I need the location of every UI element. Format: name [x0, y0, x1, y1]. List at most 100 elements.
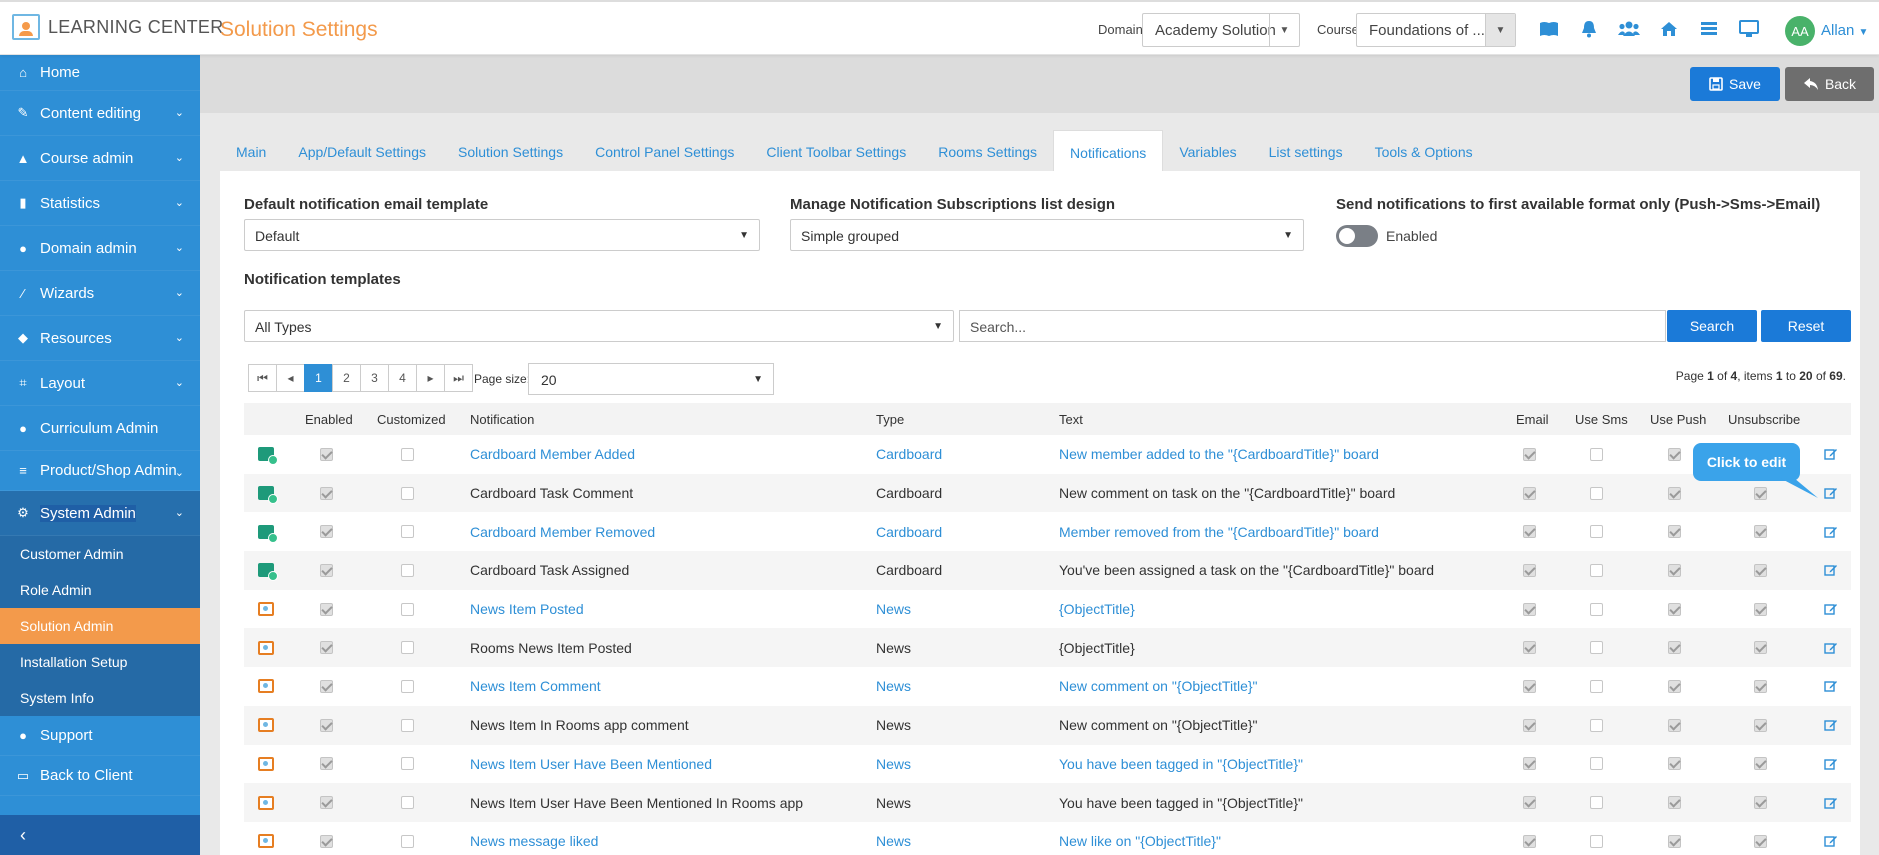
edit-icon[interactable] [1824, 641, 1838, 655]
edit-icon[interactable] [1824, 563, 1838, 577]
avatar[interactable]: AA [1785, 16, 1815, 46]
email-checkbox[interactable] [1523, 796, 1536, 810]
domain-select[interactable]: Academy Solution ▼ [1142, 13, 1300, 47]
first-page-button[interactable]: ⏮ [248, 364, 277, 392]
edit-icon[interactable] [1824, 718, 1838, 732]
edit-icon[interactable] [1824, 525, 1838, 539]
customized-checkbox[interactable] [401, 718, 414, 732]
enabled-checkbox[interactable] [320, 525, 333, 539]
course-select[interactable]: Foundations of ... ▼ [1356, 13, 1516, 47]
use-push-checkbox[interactable] [1668, 679, 1681, 693]
customized-checkbox[interactable] [401, 563, 414, 577]
table-row[interactable]: Cardboard Member Removed Cardboard Member … [244, 512, 1851, 552]
enabled-checkbox[interactable] [320, 563, 333, 577]
notification-text[interactable]: New member added to the "{CardboardTitle… [1059, 435, 1379, 474]
use-sms-checkbox[interactable] [1590, 641, 1603, 655]
table-row[interactable]: News Item Posted News {ObjectTitle} [244, 589, 1851, 629]
use-push-checkbox[interactable] [1668, 757, 1681, 771]
next-page-button[interactable]: ▸ [416, 364, 445, 392]
use-push-checkbox[interactable] [1668, 602, 1681, 616]
use-sms-checkbox[interactable] [1590, 679, 1603, 693]
subscriptions-design-select[interactable]: Simple grouped ▼ [790, 219, 1304, 251]
email-checkbox[interactable] [1523, 718, 1536, 732]
logo[interactable]: LEARNING CENTER [12, 14, 224, 40]
header-use-sms[interactable]: Use Sms [1575, 403, 1628, 435]
notification-name[interactable]: Cardboard Member Removed [470, 512, 655, 551]
table-row[interactable]: News Item Comment News New comment on "{Ob… [244, 667, 1851, 706]
email-checkbox[interactable] [1523, 641, 1536, 655]
email-checkbox[interactable] [1523, 447, 1536, 461]
header-use-push[interactable]: Use Push [1650, 403, 1706, 435]
tab-solution-settings[interactable]: Solution Settings [442, 130, 579, 172]
notification-name[interactable]: Cardboard Member Added [470, 435, 635, 474]
tab-rooms-settings[interactable]: Rooms Settings [922, 130, 1053, 172]
page-4-button[interactable]: 4 [388, 364, 417, 392]
use-push-checkbox[interactable] [1668, 525, 1681, 539]
notification-type[interactable]: Cardboard [876, 435, 942, 474]
sidebar-item-layout[interactable]: ⌗ Layout ⌄ [0, 361, 200, 406]
header-enabled[interactable]: Enabled [305, 403, 353, 435]
sidebar-subitem-customer-admin[interactable]: Customer Admin [0, 536, 200, 572]
sidebar-item-domain-admin[interactable]: ● Domain admin ⌄ [0, 226, 200, 271]
email-checkbox[interactable] [1523, 757, 1536, 771]
notification-type[interactable]: News [876, 745, 911, 784]
tab-control-panel-settings[interactable]: Control Panel Settings [579, 130, 750, 172]
sidebar-item-content-editing[interactable]: ✎ Content editing ⌄ [0, 91, 200, 136]
enabled-checkbox[interactable] [320, 796, 333, 810]
enabled-checkbox[interactable] [320, 641, 333, 655]
sidebar-item-statistics[interactable]: ▮ Statistics ⌄ [0, 181, 200, 226]
edit-icon[interactable] [1824, 757, 1838, 771]
table-row[interactable]: News Item User Have Been Mentioned In Ro… [244, 783, 1851, 822]
header-email[interactable]: Email [1516, 403, 1549, 435]
table-row[interactable]: News message liked News New like on "{Obje… [244, 821, 1851, 855]
edit-icon[interactable] [1824, 796, 1838, 810]
unsubscribe-checkbox[interactable] [1754, 757, 1767, 771]
page-size-select[interactable]: 20 ▼ [528, 363, 774, 395]
customized-checkbox[interactable] [401, 757, 414, 771]
use-sms-checkbox[interactable] [1590, 447, 1603, 461]
sidebar-item-wizards[interactable]: ⁄ Wizards ⌄ [0, 271, 200, 316]
header-customized[interactable]: Customized [377, 403, 446, 435]
back-button[interactable]: Back [1785, 67, 1874, 101]
search-button[interactable]: Search [1667, 310, 1757, 342]
unsubscribe-checkbox[interactable] [1754, 602, 1767, 616]
unsubscribe-checkbox[interactable] [1754, 525, 1767, 539]
enabled-checkbox[interactable] [320, 834, 333, 848]
notification-name[interactable]: News message liked [470, 822, 598, 855]
sidebar-item-course-admin[interactable]: ▲ Course admin ⌄ [0, 136, 200, 181]
sidebar-subitem-installation-setup[interactable]: Installation Setup [0, 644, 200, 680]
sidebar-item-home[interactable]: ⌂ Home [0, 55, 200, 91]
customized-checkbox[interactable] [401, 641, 414, 655]
notification-name[interactable]: News Item Comment [470, 667, 601, 706]
users-icon[interactable] [1618, 18, 1640, 40]
type-filter-select[interactable]: All Types ▼ [244, 310, 954, 342]
use-push-checkbox[interactable] [1668, 563, 1681, 577]
monitor-icon[interactable] [1738, 18, 1760, 40]
sidebar-collapse-button[interactable]: ‹ [0, 815, 200, 855]
table-row[interactable]: Cardboard Task Assigned Cardboard You've b… [244, 551, 1851, 590]
page-2-button[interactable]: 2 [332, 364, 361, 392]
enabled-checkbox[interactable] [320, 718, 333, 732]
email-checkbox[interactable] [1523, 602, 1536, 616]
header-notification[interactable]: Notification [470, 403, 534, 435]
use-push-checkbox[interactable] [1668, 641, 1681, 655]
user-menu[interactable]: Allan ▼ [1821, 22, 1868, 39]
tab-app-default-settings[interactable]: App/Default Settings [282, 130, 442, 172]
prev-page-button[interactable]: ◂ [276, 364, 305, 392]
enabled-checkbox[interactable] [320, 679, 333, 693]
customized-checkbox[interactable] [401, 525, 414, 539]
edit-icon[interactable] [1824, 834, 1838, 848]
tab-client-toolbar-settings[interactable]: Client Toolbar Settings [750, 130, 922, 172]
tab-tools-options[interactable]: Tools & Options [1359, 130, 1489, 172]
use-sms-checkbox[interactable] [1590, 486, 1603, 500]
first-format-toggle[interactable] [1336, 225, 1378, 247]
book-icon[interactable] [1538, 18, 1560, 40]
use-sms-checkbox[interactable] [1590, 718, 1603, 732]
edit-icon[interactable] [1824, 679, 1838, 693]
notification-type[interactable]: News [876, 822, 911, 855]
email-checkbox[interactable] [1523, 486, 1536, 500]
customized-checkbox[interactable] [401, 834, 414, 848]
unsubscribe-checkbox[interactable] [1754, 718, 1767, 732]
sidebar-item-curriculum-admin[interactable]: ● Curriculum Admin [0, 406, 200, 451]
sidebar-subitem-system-info[interactable]: System Info [0, 680, 200, 716]
